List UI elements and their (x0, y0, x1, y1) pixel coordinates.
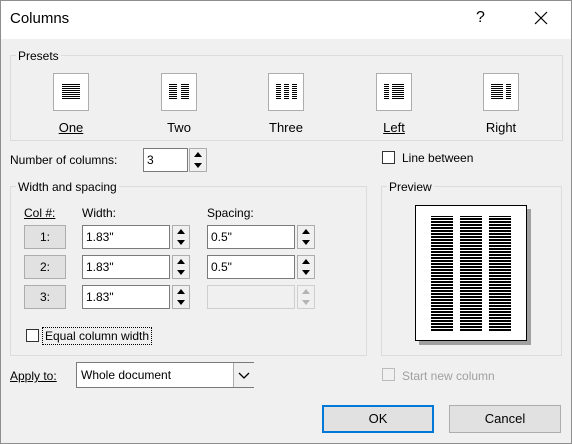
col-number-header: Col #: (24, 206, 55, 220)
spin-up-icon[interactable] (173, 286, 189, 297)
apply-to-label-text: Apply to: (10, 369, 57, 383)
preset-left-label: Left (354, 120, 434, 135)
col-number-header-text: Col #: (24, 206, 56, 220)
col-3-spacing-input (207, 285, 295, 309)
number-of-columns-label: Number of columns: (10, 153, 118, 167)
equal-column-width-label: Equal column width (42, 327, 153, 345)
spin-up-icon[interactable] (298, 256, 314, 267)
col-1-width-spinner[interactable] (172, 225, 190, 249)
number-of-columns-input[interactable]: 3 (143, 148, 188, 172)
two-columns-icon (169, 84, 189, 99)
apply-to-label: Apply to: (10, 369, 57, 383)
cancel-button[interactable]: Cancel (449, 405, 561, 433)
preset-two-text: Two (167, 120, 191, 135)
close-icon (534, 11, 548, 25)
preset-two-label: Two (139, 120, 219, 135)
preset-left-text: Left (383, 120, 405, 135)
start-new-column-checkbox (382, 368, 395, 381)
spin-down-icon[interactable] (173, 267, 189, 278)
three-columns-icon (276, 84, 297, 99)
right-columns-icon (491, 84, 511, 99)
col-2-spacing-spinner[interactable] (297, 255, 315, 279)
apply-to-dropdown-button[interactable] (233, 363, 254, 387)
col-2-button[interactable]: 2: (24, 255, 66, 279)
preset-three-text: Three (269, 120, 303, 135)
help-button[interactable]: ? (476, 9, 485, 27)
col-3-width-spinner[interactable] (172, 285, 190, 309)
dialog-title: Columns (10, 10, 70, 27)
width-header: Width: (82, 206, 116, 220)
apply-to-value: Whole document (81, 368, 172, 382)
line-between-label: Line between (402, 151, 474, 165)
col-2-spacing-input[interactable]: 0.5" (207, 255, 295, 279)
col-3-width-input[interactable]: 1.83" (82, 285, 170, 309)
preset-left-button[interactable] (376, 73, 412, 111)
preset-right-button[interactable] (483, 73, 519, 111)
spin-down-icon (302, 300, 310, 305)
line-between-checkbox[interactable] (382, 151, 395, 164)
preview-label: Preview (387, 180, 434, 194)
spin-down-icon[interactable] (298, 237, 314, 248)
col-1-width-input[interactable]: 1.83" (82, 225, 170, 249)
col-1-button[interactable]: 1: (24, 225, 66, 249)
col-3-spacing-spinner (297, 285, 315, 309)
ok-button[interactable]: OK (322, 405, 434, 433)
preset-right-label: Right (461, 120, 541, 135)
spin-up-icon[interactable] (298, 226, 314, 237)
left-columns-icon (384, 84, 404, 99)
preview-page (415, 205, 527, 341)
spin-up-icon[interactable] (173, 256, 189, 267)
preset-three-label: Three (246, 120, 326, 135)
preset-right-text: Right (485, 120, 517, 135)
spin-up-icon[interactable] (190, 149, 206, 160)
chevron-down-icon (238, 372, 250, 379)
apply-to-select[interactable]: Whole document (76, 362, 254, 388)
preset-one-text: One (58, 120, 84, 135)
start-new-column-label: Start new column (402, 369, 495, 383)
preset-one-button[interactable] (53, 73, 89, 111)
equal-column-width-checkbox[interactable] (26, 329, 39, 342)
col-1-spacing-input[interactable]: 0.5" (207, 225, 295, 249)
spin-down-icon[interactable] (190, 160, 206, 171)
spin-up-icon[interactable] (173, 226, 189, 237)
close-button[interactable] (530, 7, 552, 29)
col-2-width-input[interactable]: 1.83" (82, 255, 170, 279)
preset-three-button[interactable] (268, 73, 304, 111)
spacing-header-text: Spacing: (207, 206, 254, 220)
presets-label: Presets (16, 49, 61, 63)
one-column-icon (62, 84, 80, 99)
col-3-button[interactable]: 3: (24, 285, 66, 309)
spin-down-icon[interactable] (298, 267, 314, 278)
equal-column-width-text: Equal column width (45, 329, 150, 343)
spin-down-icon[interactable] (173, 297, 189, 308)
spin-up-icon (302, 289, 310, 294)
preset-one-label: One (31, 120, 111, 135)
col-2-width-spinner[interactable] (172, 255, 190, 279)
number-of-columns-spinner[interactable] (189, 148, 207, 172)
width-header-text: Width: (82, 206, 117, 220)
width-spacing-label: Width and spacing (16, 180, 119, 194)
spacing-header: Spacing: (207, 206, 254, 220)
spin-down-icon[interactable] (173, 237, 189, 248)
preview-columns-image (431, 216, 511, 332)
title-bar (1, 1, 571, 39)
preset-two-button[interactable] (161, 73, 197, 111)
col-1-spacing-spinner[interactable] (297, 225, 315, 249)
